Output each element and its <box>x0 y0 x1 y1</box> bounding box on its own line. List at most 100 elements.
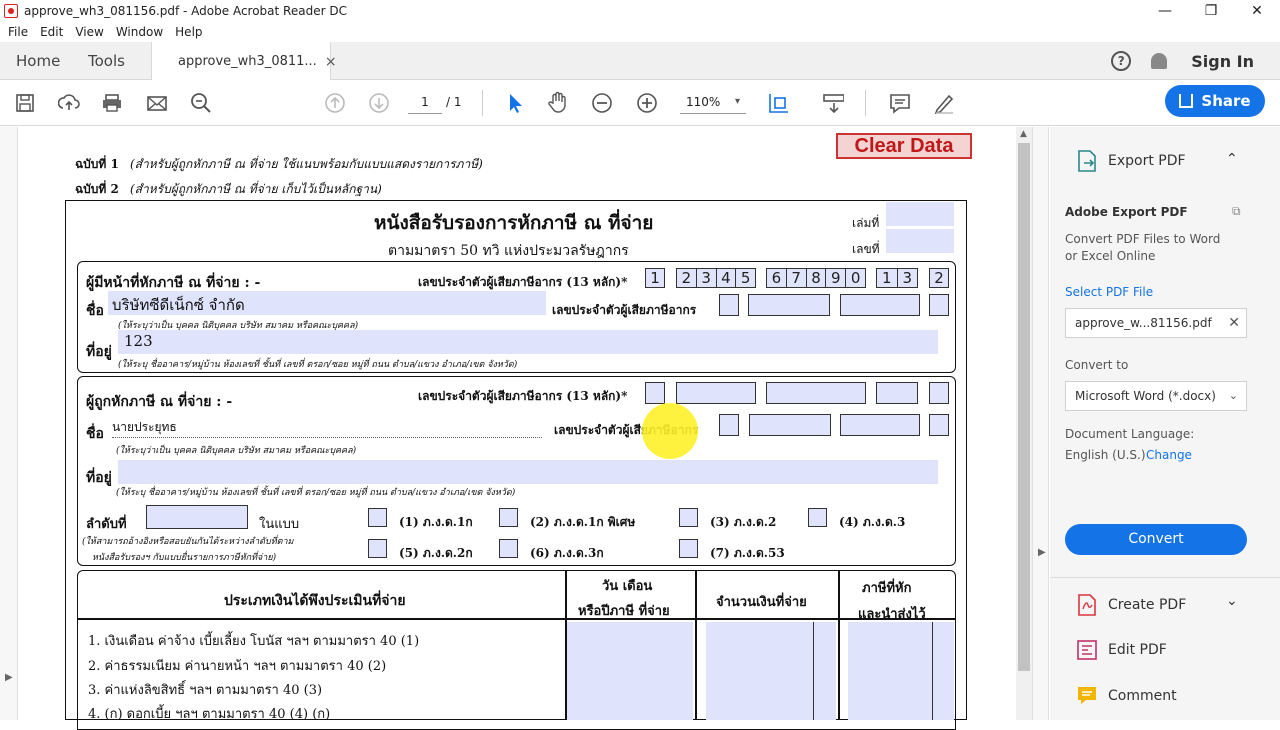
chevron-down-icon: ⌄ <box>1228 389 1238 402</box>
book-no-field[interactable] <box>886 202 954 226</box>
print-icon[interactable] <box>101 92 123 114</box>
export-info-icon[interactable]: ⧉ <box>1232 204 1241 219</box>
tax-decimal-divider <box>932 622 933 720</box>
search-zoom-icon[interactable] <box>190 92 212 114</box>
right-panel-collapse[interactable]: ▶ <box>1032 127 1049 720</box>
digit: 3 <box>697 269 717 287</box>
page-up-icon[interactable] <box>324 92 346 114</box>
format-select[interactable]: Microsoft Word (*.docx) ⌄ <box>1065 381 1247 411</box>
form-checkbox-1[interactable] <box>368 508 387 527</box>
minimize-button[interactable]: — <box>1142 0 1188 22</box>
left-panel-toggle[interactable]: ▶ <box>0 127 18 720</box>
form-checkbox-2[interactable] <box>499 508 518 527</box>
create-pdf-chevron-icon[interactable]: ⌄ <box>1226 593 1238 609</box>
payee-taxid13-box[interactable] <box>876 382 918 404</box>
document-language-value: English (U.S.) <box>1065 448 1146 462</box>
payee-taxid13-box[interactable] <box>766 382 866 404</box>
help-icon[interactable]: ? <box>1111 51 1132 71</box>
form-checkbox-7[interactable] <box>679 539 698 558</box>
comment-icon[interactable] <box>889 92 911 114</box>
payee-taxid10-box[interactable] <box>719 414 739 436</box>
form-checkbox-4[interactable] <box>808 508 827 527</box>
adobe-export-title: Adobe Export PDF <box>1065 205 1188 219</box>
payer-addr-hint: (ให้ระบุ ชื่ออาคาร/หมู่บ้าน ห้องเลขที่ ช… <box>118 360 518 370</box>
title-bar: approve_wh3_081156.pdf - Adobe Acrobat R… <box>0 0 1280 22</box>
payer-taxid10-box[interactable] <box>840 294 920 316</box>
convert-button[interactable]: Convert <box>1065 524 1247 555</box>
share-button[interactable]: Share <box>1165 85 1265 117</box>
edit-pdf-item[interactable]: Edit PDF <box>1076 638 1167 662</box>
payee-taxid10-box[interactable] <box>929 414 949 436</box>
payer-taxid-group4[interactable]: 1 3 <box>876 268 918 288</box>
menu-view[interactable]: View <box>75 25 103 39</box>
pen-highlight-icon[interactable] <box>933 92 955 114</box>
payer-taxid-digit[interactable]: 2 <box>929 268 949 288</box>
tax-column-fields[interactable] <box>848 622 954 720</box>
payer-taxid-digit[interactable]: 1 <box>645 268 665 288</box>
scroll-up-icon[interactable]: ▲ <box>1020 129 1027 139</box>
clear-data-button[interactable]: Clear Data <box>836 133 972 159</box>
form-checkbox-5[interactable] <box>368 539 387 558</box>
vertical-scrollbar[interactable]: ▲ <box>1016 127 1032 720</box>
seq-label: ลำดับที่ <box>86 517 127 532</box>
date-column-fields[interactable] <box>567 622 693 720</box>
scroll-thumb[interactable] <box>1018 143 1030 671</box>
edit-pdf-icon <box>1077 640 1097 660</box>
export-pdf-header[interactable]: Export PDF <box>1076 149 1186 173</box>
page-number-input[interactable]: 1 <box>408 90 442 114</box>
amount-column-fields[interactable] <box>706 622 836 720</box>
remove-file-icon[interactable]: ✕ <box>1228 309 1240 337</box>
select-cursor-icon[interactable] <box>504 92 526 114</box>
payer-taxid-group2[interactable]: 2 3 4 5 <box>676 268 756 288</box>
notification-bell-icon[interactable] <box>1151 53 1168 69</box>
restore-button[interactable]: ❐ <box>1188 0 1234 22</box>
menu-window[interactable]: Window <box>116 25 163 39</box>
zoom-level-select[interactable]: 110% <box>680 90 746 114</box>
create-pdf-item[interactable]: Create PDF <box>1076 593 1186 617</box>
form-option-7: (7) ภ.ง.ด.53 <box>710 546 785 560</box>
chevron-up-icon[interactable]: ⌃ <box>1226 151 1238 167</box>
selected-file-field[interactable]: approve_w...81156.pdf ✕ <box>1065 308 1247 338</box>
payee-addr-field[interactable] <box>118 460 938 484</box>
payee-taxid13-box[interactable] <box>645 382 665 404</box>
seq-hint-1: (ให้สามารถอ้างอิงหรือสอบยันกันได้ระหว่าง… <box>82 537 294 547</box>
zoom-out-icon[interactable] <box>591 92 613 114</box>
payee-taxid13-box[interactable] <box>676 382 756 404</box>
menu-help[interactable]: Help <box>175 25 202 39</box>
form-checkbox-6[interactable] <box>499 539 518 558</box>
fit-page-icon[interactable] <box>768 92 790 114</box>
email-icon[interactable] <box>146 92 168 114</box>
payee-taxid13-box[interactable] <box>929 382 949 404</box>
payee-name-value[interactable]: นายประยุทธ <box>112 418 542 438</box>
save-icon[interactable] <box>14 92 36 114</box>
payer-taxid10-box[interactable] <box>719 294 739 316</box>
tab-tools[interactable]: Tools <box>88 42 125 80</box>
payer-addr-field[interactable] <box>118 330 938 354</box>
zoom-in-icon[interactable] <box>636 92 658 114</box>
menu-edit[interactable]: Edit <box>40 25 63 39</box>
form-checkbox-3[interactable] <box>679 508 698 527</box>
sign-in-link[interactable]: Sign In <box>1191 52 1254 71</box>
comment-item[interactable]: Comment <box>1076 684 1177 708</box>
scroll-mode-icon[interactable] <box>822 92 844 114</box>
payer-taxid-group3[interactable]: 6 7 8 9 0 <box>766 268 866 288</box>
hand-tool-icon[interactable] <box>547 91 569 113</box>
seq-field[interactable] <box>146 505 248 529</box>
change-language-link[interactable]: Change <box>1146 448 1192 462</box>
page-down-icon[interactable] <box>368 92 390 114</box>
tab-document[interactable]: approve_wh3_0811... × <box>151 42 337 81</box>
page-total: / 1 <box>446 95 462 109</box>
tab-home[interactable]: Home <box>16 42 60 80</box>
digit: 2 <box>677 269 697 287</box>
digit: 4 <box>717 269 737 287</box>
tab-close-icon[interactable]: × <box>325 54 337 70</box>
menu-file[interactable]: File <box>8 25 28 39</box>
payer-taxid10-box[interactable] <box>748 294 830 316</box>
cloud-upload-icon[interactable] <box>58 92 80 114</box>
payee-taxid10-box[interactable] <box>840 414 920 436</box>
selected-file-name: approve_w...81156.pdf <box>1075 316 1212 330</box>
close-window-button[interactable]: ✕ <box>1234 0 1280 22</box>
payee-taxid10-box[interactable] <box>749 414 831 436</box>
doc-no-field[interactable] <box>886 229 954 253</box>
payer-taxid10-box[interactable] <box>929 294 949 316</box>
